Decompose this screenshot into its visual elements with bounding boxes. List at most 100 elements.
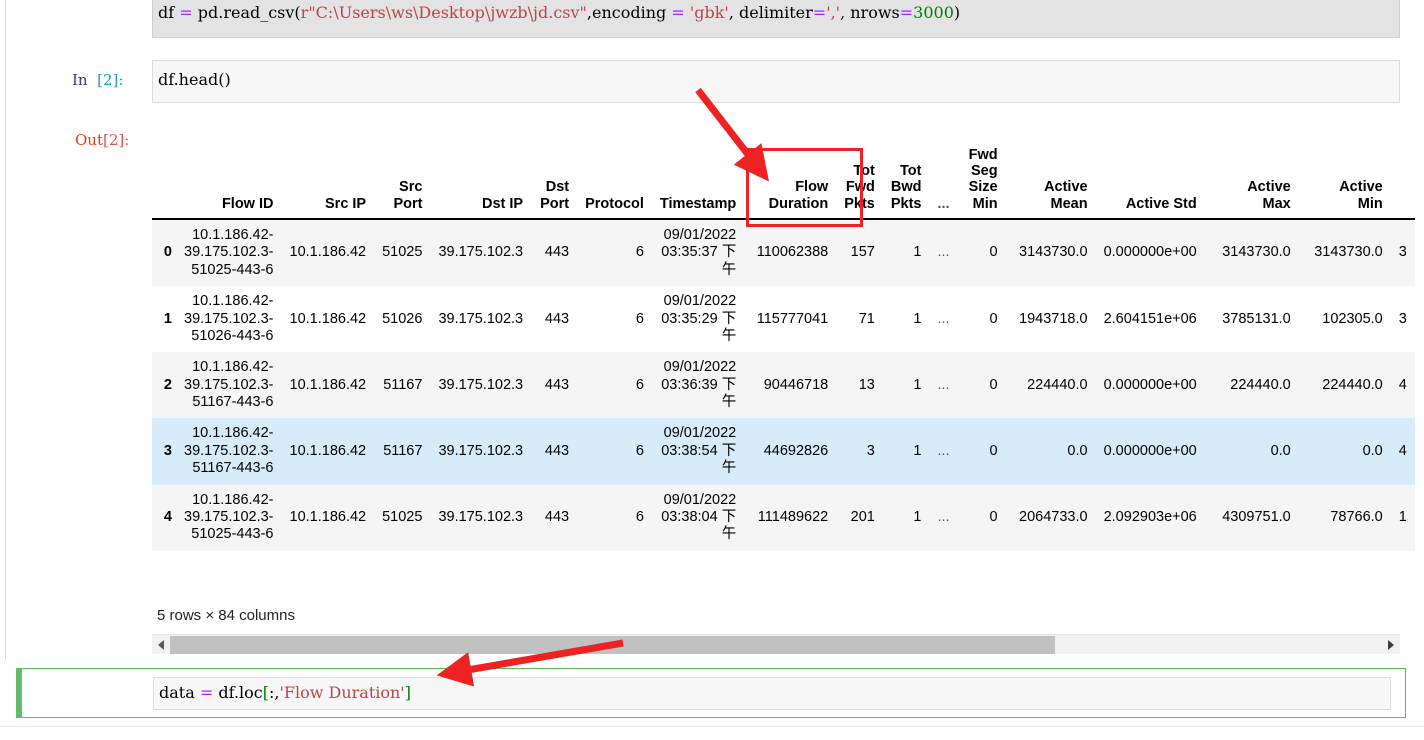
dataframe-row-index: 3 [163, 442, 172, 459]
dataframe-cell: 1 [1398, 509, 1407, 526]
dataframe-column-header: Flow ID [176, 143, 282, 220]
dataframe-cell: 44692826 [763, 442, 829, 459]
dataframe-cell: 443 [544, 509, 570, 526]
code-cell-1[interactable]: df = pd.read_csv(r"C:\Users\ws\Desktop\j… [152, 0, 1400, 40]
code-token: 'Flow Duration' [279, 683, 405, 702]
dataframe-cell: 09/01/2022 03:38:04 下午 [661, 491, 737, 543]
dataframe-cell: 3143730.0 [1019, 244, 1088, 261]
dataframe-cell: 111489622 [757, 509, 829, 526]
code-token: ) [953, 3, 961, 22]
dataframe-cell: 51026 [382, 310, 423, 327]
dataframe-cell: 0.000000e+00 [1103, 244, 1197, 261]
dataframe-cell: 09/01/2022 03:36:39 下午 [661, 359, 737, 411]
table-row: 4 10.1.186.42- 39.175.102.3- 51025-443-6 1 0.… [152, 484, 1415, 551]
scrollbar-thumb[interactable] [170, 636, 1055, 654]
dataframe-column-header: Active Mean [1005, 143, 1096, 220]
code-token: , nrows [840, 3, 900, 22]
code-token: df.loc [218, 683, 263, 702]
dataframe-cell: 51167 [383, 376, 423, 393]
dataframe-cell: 0.0 [1362, 442, 1383, 459]
prompt-out-label: Out [75, 131, 103, 149]
dataframe-cell: 0.000000e+00 [1103, 376, 1197, 393]
prompt-in-label: In [72, 71, 88, 89]
dataframe-header: Flow ID Src IP Src Port Dst IP Dst Port Protoco… [152, 143, 1415, 220]
dataframe-cell: ... [937, 442, 950, 459]
dataframe-cell: 1 [913, 509, 922, 526]
dataframe-cell: 0.0 [1270, 442, 1291, 459]
dataframe-cell: 1 [913, 310, 922, 327]
code-token: ',' [826, 3, 841, 22]
dataframe-cell: 4 [1398, 376, 1407, 393]
dataframe-body: 0 10.1.186.42- 39.175.102.3- 51025-443-6 10.… [152, 218, 1415, 551]
prompt-out-number: [2]: [103, 131, 130, 149]
dataframe-row-index: 4 [163, 509, 172, 526]
dataframe-column-header: Tot Bwd Pkts [882, 143, 930, 220]
code-cell-2-editor[interactable] [152, 60, 1400, 103]
dataframe-column-header: Active Min [1298, 143, 1391, 220]
dataframe-column-header: Active Max [1204, 143, 1299, 220]
dataframe-cell: 78766.0 [1330, 509, 1383, 526]
code-token: df [158, 3, 180, 22]
dataframe-cell: 1 [913, 442, 922, 459]
code-cell-3[interactable]: In [ ]: data = df.loc[:,'Flow Duration'] [16, 668, 1406, 718]
dataframe-cell: 10.1.186.42- 39.175.102.3- 51025-443-6 [184, 226, 274, 278]
dataframe-column-header: Dst Port [531, 143, 578, 220]
dataframe-cell: 110062388 [756, 244, 829, 261]
dataframe-cell: 0 [989, 244, 998, 261]
dataframe-cell: 1 [913, 376, 922, 393]
dataframe-cell: 6 [635, 244, 644, 261]
dataframe-column-header [1390, 143, 1415, 220]
dataframe-cell: 443 [544, 442, 570, 459]
dataframe-cell: 09/01/2022 03:35:29 下午 [661, 293, 737, 344]
dataframe-row-index: 1 [163, 310, 172, 327]
dataframe-row-index: 2 [163, 376, 172, 393]
code-token: ,encoding [586, 3, 672, 22]
dataframe-cell: 10.1.186.42 [289, 310, 367, 327]
dataframe-cell: 10.1.186.42- 39.175.102.3- 51167-443-6 [184, 359, 274, 411]
dataframe-column-header: Src IP [281, 143, 375, 220]
code-token: data [159, 683, 200, 702]
dataframe-cell: 0 [989, 442, 998, 459]
dataframe-cell: 39.175.102.3 [438, 376, 524, 393]
dataframe-cell: 224440.0 [1322, 376, 1383, 393]
dataframe-cell: 10.1.186.42- 39.175.102.3- 51025-443-6 [184, 491, 274, 543]
dataframe-cell: ... [937, 310, 950, 327]
dataframe-cell: 6 [635, 376, 644, 393]
scroll-right-arrow-icon[interactable] [1382, 635, 1400, 655]
code-token: ] [404, 683, 411, 702]
dataframe-cell: ... [937, 509, 950, 526]
dataframe-header-row: Flow ID Src IP Src Port Dst IP Dst Port Protoco… [152, 143, 1415, 220]
dataframe-cell: 3 [866, 442, 875, 459]
prompt-in-number: [2]: [97, 71, 124, 89]
dataframe-cell: 443 [544, 244, 570, 261]
dataframe-cell: 1 [913, 244, 922, 261]
output-prompt-2: Out[2]: [75, 131, 129, 149]
table-row: 1 10.1.186.42- 39.175.102.3- 51026-443-6 10.… [152, 286, 1415, 353]
dataframe-cell: 0.000000e+00 [1103, 442, 1197, 459]
dataframe-cell: 09/01/2022 03:35:37 下午 [661, 226, 737, 278]
dataframe-cell: 443 [544, 310, 570, 327]
code-token: 3000 [913, 3, 954, 22]
code-token: 'gbk' [689, 3, 729, 22]
dataframe-column-header: Dst IP [430, 143, 532, 220]
dataframe-cell: ... [937, 376, 950, 393]
dataframe-column-header [152, 143, 176, 220]
page-bottom-strip [0, 726, 1424, 740]
dataframe-column-header: Flow Duration [744, 143, 837, 220]
dataframe-cell: ... [937, 244, 950, 261]
dataframe-row-index: 0 [163, 244, 172, 261]
dataframe-cell: 51025 [382, 509, 423, 526]
dataframe-shape-note: 5 rows × 84 columns [157, 607, 295, 624]
dataframe-cell: 10.1.186.42 [289, 376, 367, 393]
dataframe-cell: 224440.0 [1027, 376, 1088, 393]
dataframe-cell: 10.1.186.42- 39.175.102.3- 51167-443-6 [184, 425, 274, 477]
dataframe-column-header: Active Std [1095, 143, 1205, 220]
dataframe-column-header: Src Port [374, 143, 431, 220]
cell-selected-indicator [16, 668, 22, 718]
dataframe-cell: 3785131.0 [1222, 310, 1291, 327]
code-token: = [199, 683, 219, 702]
dataframe-cell: 0 [989, 509, 998, 526]
code-token: r"C:\Users\ws\Desktop\jwzb\jd.csv" [300, 3, 587, 22]
scroll-left-arrow-icon[interactable] [152, 635, 170, 655]
dataframe-horizontal-scrollbar[interactable] [152, 634, 1400, 654]
